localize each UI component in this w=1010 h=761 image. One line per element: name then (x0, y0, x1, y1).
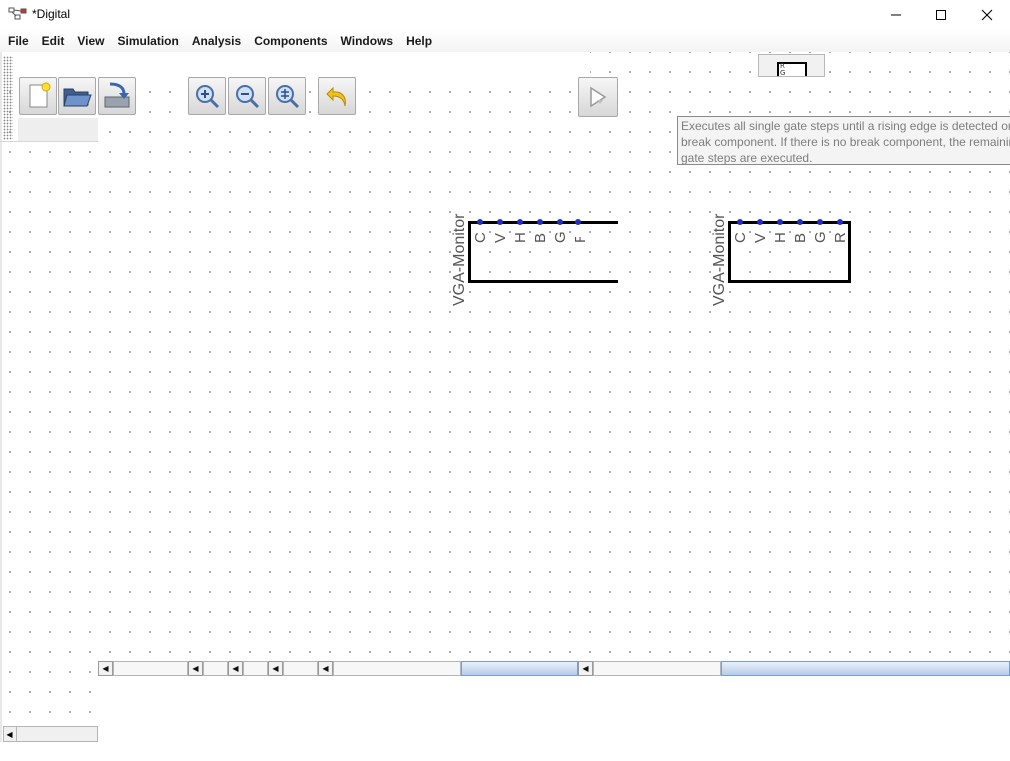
step-icon (590, 86, 607, 108)
zoom-fit-button[interactable] (268, 77, 306, 115)
tooltip-line: break component. If there is no break co… (681, 135, 1010, 149)
scroll-track[interactable] (593, 661, 721, 676)
pin-label: V (752, 232, 769, 243)
zoom-out-icon (236, 85, 260, 109)
left-border (0, 52, 2, 761)
status-area (98, 676, 1010, 761)
open-button[interactable] (58, 77, 96, 115)
undo-button[interactable] (318, 77, 356, 115)
scroll-track[interactable] (203, 661, 228, 676)
scroll-track[interactable] (243, 661, 268, 676)
toolbar (0, 52, 590, 77)
menu-view[interactable]: View (72, 34, 109, 48)
maximize-icon (936, 10, 946, 20)
preview-component: R G (777, 62, 807, 77)
menu-help[interactable]: Help (401, 34, 437, 48)
run-to-break-button[interactable] (578, 77, 618, 117)
folder-open-icon (63, 88, 92, 107)
save-icon (104, 82, 130, 108)
left-panel-scrollbar[interactable] (3, 726, 98, 742)
vga-monitor[interactable]: VGA-Monitor C V H B G R (440, 190, 618, 310)
menu-windows[interactable]: Windows (336, 34, 399, 48)
undo-icon (326, 86, 346, 107)
pin-label: G (812, 231, 829, 243)
save-button[interactable] (98, 77, 136, 115)
pin-dot[interactable] (575, 219, 581, 225)
pin-label: R (832, 232, 849, 243)
scroll-track[interactable] (333, 661, 461, 676)
app-icon (8, 6, 28, 24)
toolbar-separator (0, 141, 98, 142)
zoom-out-button[interactable] (228, 77, 266, 115)
pin-label: B (532, 232, 549, 243)
scroll-left-button[interactable]: ◀ (318, 661, 333, 676)
pin-label: G (552, 231, 569, 243)
component-preview: R G (758, 54, 825, 77)
pin-label: B (792, 232, 809, 243)
minimize-icon (891, 14, 901, 16)
scroll-track[interactable] (283, 661, 318, 676)
zoom-in-button[interactable] (188, 77, 226, 115)
tooltip-line: Executes all single gate steps until a r… (681, 119, 1010, 133)
pin-label: C (732, 232, 749, 243)
title-bar (0, 0, 1010, 30)
pin-label: C (472, 232, 489, 243)
menu-analysis[interactable]: Analysis (187, 34, 246, 48)
minimize-button[interactable] (873, 0, 919, 30)
left-panel-bottom (0, 742, 98, 761)
scroll-left-button[interactable]: ◀ (578, 661, 593, 676)
window-title: *Digital (32, 7, 71, 21)
close-icon (981, 9, 993, 21)
scroll-left-button[interactable]: ◀ (188, 661, 203, 676)
close-button[interactable] (964, 0, 1010, 30)
pin-label: H (512, 232, 529, 243)
tooltip: Executes all single gate steps until a r… (677, 116, 1010, 165)
menu-simulation[interactable]: Simulation (112, 34, 183, 48)
zoom-fit-icon (276, 85, 300, 109)
tooltip-line: gate steps are executed. (681, 151, 813, 165)
maximize-button[interactable] (918, 0, 964, 30)
new-button[interactable] (19, 77, 57, 115)
pin-label: V (492, 232, 509, 243)
pin-label: H (772, 232, 789, 243)
preview-pin-label: G (780, 69, 786, 77)
scroll-thumb[interactable] (721, 661, 1010, 676)
scroll-left-button[interactable]: ◀ (98, 661, 113, 676)
scroll-thumb[interactable] (461, 661, 578, 676)
toolbar-grip[interactable] (3, 56, 13, 140)
menu-edit[interactable]: Edit (37, 34, 70, 48)
vga-monitor[interactable]: VGA-Monitor C V H B G R (700, 190, 860, 310)
menu-bar: File Edit View Simulation Analysis Compo… (0, 30, 1010, 52)
toolbar-overflow-area (18, 118, 98, 142)
pin-label: R (572, 237, 589, 243)
scroll-left-button[interactable]: ◀ (268, 661, 283, 676)
scroll-left-button[interactable]: ◀ (228, 661, 243, 676)
zoom-in-icon (196, 85, 220, 109)
component-label: VGA-Monitor (451, 213, 468, 306)
scroll-left-button[interactable]: ◀ (3, 726, 17, 742)
component-label: VGA-Monitor (711, 213, 728, 306)
menu-file[interactable]: File (3, 34, 34, 48)
menu-components[interactable]: Components (249, 34, 332, 48)
scroll-track[interactable] (113, 661, 188, 676)
new-file-icon (29, 82, 51, 108)
